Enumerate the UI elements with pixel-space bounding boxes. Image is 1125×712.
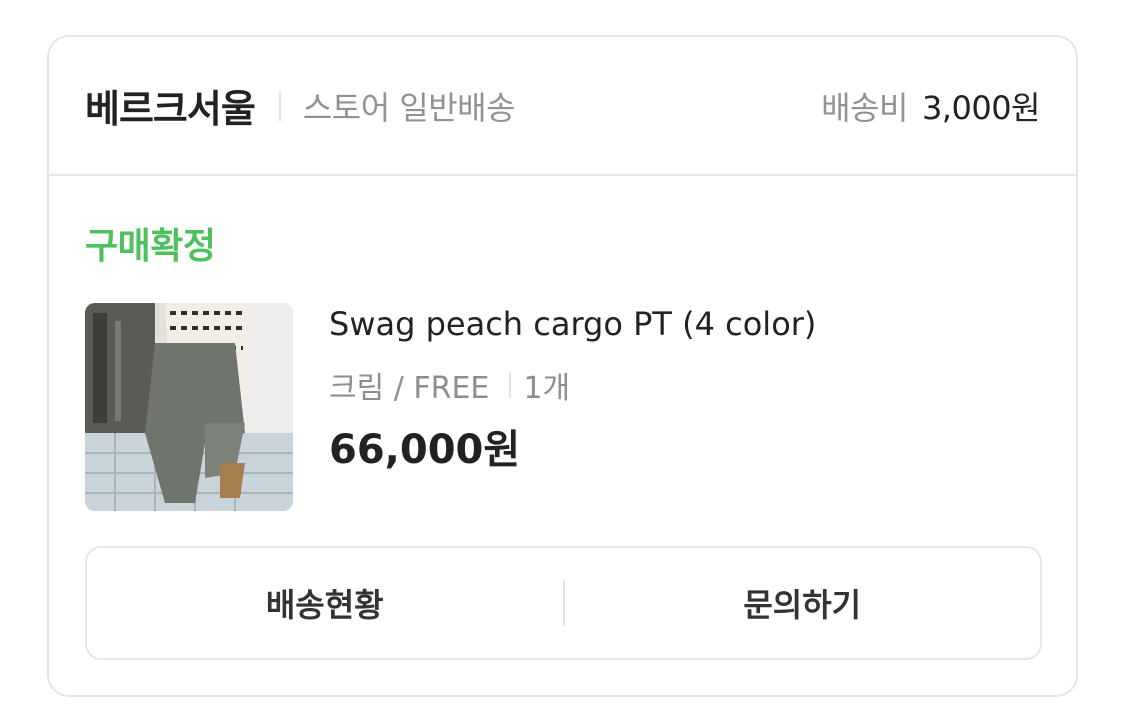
- product-thumbnail[interactable]: [85, 303, 293, 511]
- order-status: 구매확정: [85, 226, 216, 267]
- order-actions: 배송현황 문의하기: [85, 546, 1042, 660]
- delivery-type: 스토어 일반배송: [302, 88, 516, 127]
- inquiry-button[interactable]: 문의하기: [565, 548, 1041, 658]
- delivery-status-button[interactable]: 배송현황: [87, 548, 563, 658]
- product-quantity: 1개: [523, 371, 571, 406]
- product-price: 66,000원: [329, 427, 521, 473]
- shipping-fee: 배송비 3,000원: [821, 83, 1040, 129]
- product-photo-image: [85, 303, 293, 511]
- header-divider: [278, 90, 281, 121]
- store-name[interactable]: 베르크서울: [85, 78, 256, 133]
- order-card: 베르크서울 스토어 일반배송 배송비 3,000원 구매확정 Swag peac…: [47, 35, 1078, 697]
- product-option-line: 크림 / FREE 1개: [329, 363, 570, 407]
- shipping-fee-value: 3,000원: [921, 88, 1041, 127]
- product-name[interactable]: Swag peach cargo PT (4 color): [329, 305, 816, 343]
- option-divider: [509, 372, 512, 398]
- order-card-header: 베르크서울 스토어 일반배송 배송비 3,000원: [49, 37, 1076, 176]
- product-option: 크림 / FREE: [329, 371, 490, 406]
- shipping-fee-label: 배송비: [821, 88, 908, 127]
